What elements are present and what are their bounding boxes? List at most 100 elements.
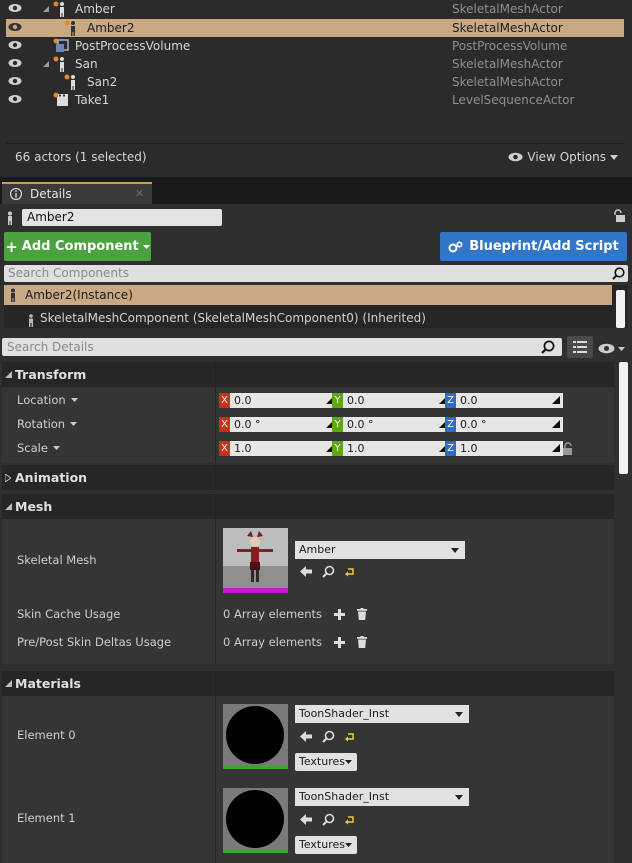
scale-z-field[interactable]: Z 1.0 bbox=[445, 441, 563, 456]
close-tab-icon[interactable]: ✕ bbox=[135, 187, 144, 200]
browse-search-icon[interactable] bbox=[322, 730, 335, 743]
category-transform[interactable]: Transform bbox=[2, 362, 614, 387]
axis-y-label: Y bbox=[332, 393, 343, 408]
category-materials[interactable]: Materials bbox=[2, 671, 614, 696]
visibility-eye-icon[interactable] bbox=[8, 22, 22, 32]
skeletal-mesh-thumbnail[interactable] bbox=[223, 528, 288, 593]
skin-deltas-array: 0 Array elements bbox=[223, 635, 368, 649]
component-instance-label: Amber2(Instance) bbox=[25, 288, 133, 302]
visibility-eye-icon[interactable] bbox=[8, 40, 22, 50]
view-options-button[interactable]: View Options bbox=[508, 150, 618, 164]
use-selected-arrow-icon[interactable] bbox=[300, 566, 312, 577]
tab-details[interactable]: Details ✕ bbox=[2, 182, 152, 204]
skin-cache-value: 0 Array elements bbox=[223, 607, 323, 621]
axis-x-label: X bbox=[219, 441, 230, 456]
rotation-y-field[interactable]: Y 0.0 ° bbox=[332, 417, 450, 432]
expand-triangle-icon bbox=[5, 474, 11, 482]
drag-corner-icon bbox=[552, 444, 560, 452]
visibility-eye-icon[interactable] bbox=[8, 3, 22, 13]
material-element-0-combo[interactable]: ToonShader_Inst bbox=[295, 705, 469, 723]
visibility-eye-icon[interactable] bbox=[8, 94, 22, 104]
column-divider bbox=[215, 362, 216, 463]
scale-lock-icon[interactable] bbox=[562, 442, 575, 456]
location-x-field[interactable]: X 0.0 bbox=[219, 393, 337, 408]
outliner-row-amber2[interactable]: Amber2 SkeletalMeshActor bbox=[6, 19, 624, 37]
actor-name-input[interactable]: Amber2 bbox=[22, 209, 222, 226]
category-mesh[interactable]: Mesh bbox=[2, 494, 614, 519]
search-details-input[interactable]: Search Details bbox=[2, 338, 562, 356]
blueprint-add-script-label: Blueprint/Add Script bbox=[469, 239, 619, 254]
location-dropdown[interactable]: Location bbox=[17, 393, 78, 407]
use-selected-arrow-icon[interactable] bbox=[300, 814, 312, 825]
location-y-field[interactable]: Y 0.0 bbox=[332, 393, 450, 408]
category-animation[interactable]: Animation bbox=[2, 465, 614, 490]
skeletal-mesh-component-icon bbox=[26, 314, 36, 327]
outliner-row-amber[interactable]: Amber SkeletalMeshActor bbox=[6, 0, 624, 18]
material-element-0-textures-button[interactable]: Textures bbox=[295, 753, 357, 771]
material-element-0-thumbnail[interactable] bbox=[223, 704, 288, 769]
scale-label: Scale bbox=[17, 441, 48, 455]
actor-instance-icon bbox=[7, 288, 19, 302]
scale-dropdown[interactable]: Scale bbox=[17, 441, 60, 455]
skeletal-mesh-component-row[interactable]: SkeletalMeshComponent (SkeletalMeshCompo… bbox=[40, 311, 426, 325]
rotation-z-field[interactable]: Z 0.0 ° bbox=[445, 417, 563, 432]
actor-name: PostProcessVolume bbox=[75, 39, 191, 53]
expand-triangle-icon[interactable] bbox=[42, 60, 50, 68]
component-instance-row[interactable]: Amber2(Instance) bbox=[4, 285, 612, 305]
location-z-value: 0.0 bbox=[460, 394, 478, 407]
material-element-1-value: ToonShader_Inst bbox=[299, 790, 390, 803]
post-process-volume-icon bbox=[53, 38, 69, 54]
tab-details-label: Details bbox=[30, 187, 72, 201]
rotation-label: Rotation bbox=[17, 417, 66, 431]
lock-icon[interactable] bbox=[612, 209, 625, 223]
browse-search-icon[interactable] bbox=[322, 565, 335, 578]
visibility-eye-icon[interactable] bbox=[8, 58, 22, 68]
outliner-row-san2[interactable]: San2 SkeletalMeshActor bbox=[6, 73, 624, 91]
use-selected-arrow-icon[interactable] bbox=[300, 731, 312, 742]
component-tree-scrollbar[interactable] bbox=[616, 290, 625, 328]
reset-to-default-icon[interactable] bbox=[345, 815, 355, 825]
visibility-eye-icon[interactable] bbox=[8, 76, 22, 86]
category-title: Transform bbox=[15, 367, 87, 382]
reset-to-default-icon[interactable] bbox=[345, 732, 355, 742]
actor-name: San bbox=[75, 57, 98, 71]
actor-name: Amber bbox=[75, 2, 115, 16]
chevron-down-icon bbox=[455, 712, 463, 717]
material-element-1-textures-button[interactable]: Textures bbox=[295, 836, 357, 854]
skeletal-mesh-actor-icon bbox=[53, 1, 69, 17]
add-element-plus-icon[interactable] bbox=[334, 636, 346, 648]
column-divider bbox=[215, 465, 216, 490]
location-z-field[interactable]: Z 0.0 bbox=[445, 393, 563, 408]
search-components-input[interactable]: Search Components bbox=[4, 265, 628, 282]
skeletal-mesh-actor-icon bbox=[64, 74, 80, 90]
material-element-1-combo[interactable]: ToonShader_Inst bbox=[295, 788, 469, 806]
details-scrollbar[interactable] bbox=[619, 362, 628, 474]
details-view-options-button[interactable] bbox=[598, 343, 625, 354]
blueprint-add-script-button[interactable]: Blueprint/Add Script bbox=[440, 232, 627, 261]
outliner-row-take1[interactable]: Take1 LevelSequenceActor bbox=[6, 91, 624, 109]
rotation-x-field[interactable]: X 0.0 ° bbox=[219, 417, 337, 432]
add-component-button[interactable]: + Add Component bbox=[4, 232, 151, 261]
actor-type: LevelSequenceActor bbox=[452, 93, 575, 107]
scale-y-field[interactable]: Y 1.0 bbox=[332, 441, 450, 456]
trash-icon[interactable] bbox=[357, 636, 368, 648]
rotation-x-value: 0.0 ° bbox=[234, 418, 261, 431]
actor-name: Amber2 bbox=[87, 21, 135, 35]
outliner-row-postprocessvolume[interactable]: PostProcessVolume PostProcessVolume bbox=[6, 37, 624, 55]
browse-search-icon[interactable] bbox=[322, 813, 335, 826]
scale-x-field[interactable]: X 1.0 bbox=[219, 441, 337, 456]
expand-triangle-icon[interactable] bbox=[42, 5, 50, 13]
outliner-row-san[interactable]: San SkeletalMeshActor bbox=[6, 55, 624, 73]
property-matrix-button[interactable] bbox=[567, 336, 593, 358]
skeletal-mesh-combo[interactable]: Amber bbox=[295, 541, 465, 559]
reset-to-default-icon[interactable] bbox=[345, 567, 355, 577]
add-element-plus-icon[interactable] bbox=[334, 608, 346, 620]
trash-icon[interactable] bbox=[357, 608, 368, 620]
material-element-1-thumbnail[interactable] bbox=[223, 788, 288, 853]
axis-z-label: Z bbox=[445, 393, 456, 408]
actor-type: SkeletalMeshActor bbox=[452, 75, 563, 89]
rotation-dropdown[interactable]: Rotation bbox=[17, 417, 78, 431]
scale-z-value: 1.0 bbox=[460, 442, 478, 455]
rotation-y-value: 0.0 ° bbox=[347, 418, 374, 431]
column-divider bbox=[215, 671, 216, 863]
